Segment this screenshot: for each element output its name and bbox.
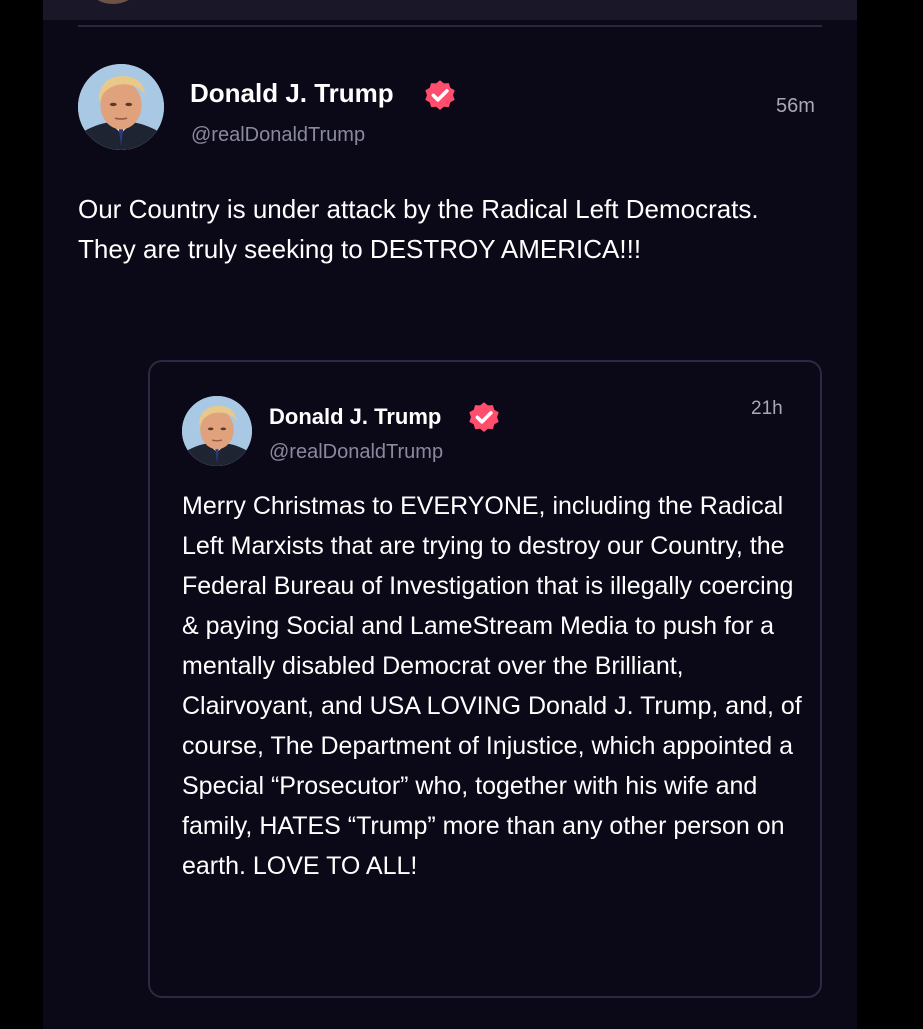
post-text: Our Country is under attack by the Radic… [78, 194, 759, 264]
screen: Donald J. Trump @realDonaldTrump 56m Our… [0, 0, 923, 1029]
post-divider [78, 25, 822, 27]
previous-avatar-edge [93, 0, 133, 4]
verified-badge-icon [425, 80, 455, 110]
avatar[interactable] [78, 64, 164, 150]
quoted-post-card[interactable]: Donald J. Trump @realDonaldTrump 21h Mer… [148, 360, 822, 998]
feed: Donald J. Trump @realDonaldTrump 56m Our… [43, 0, 857, 1029]
previous-post-edge [43, 0, 857, 20]
author-handle[interactable]: @realDonaldTrump [191, 124, 365, 147]
quoted-author-name[interactable]: Donald J. Trump [269, 404, 441, 430]
quoted-author-handle[interactable]: @realDonaldTrump [269, 441, 443, 464]
avatar-portrait [78, 64, 164, 150]
quoted-avatar[interactable] [182, 396, 252, 466]
verified-badge-icon [469, 402, 499, 432]
post-timestamp[interactable]: 56m [776, 95, 815, 118]
quoted-post-text: Merry Christmas to EVERYONE, including t… [182, 492, 802, 880]
quoted-avatar-portrait [182, 396, 252, 466]
quoted-post-timestamp[interactable]: 21h [751, 398, 783, 420]
author-name[interactable]: Donald J. Trump [190, 78, 394, 109]
